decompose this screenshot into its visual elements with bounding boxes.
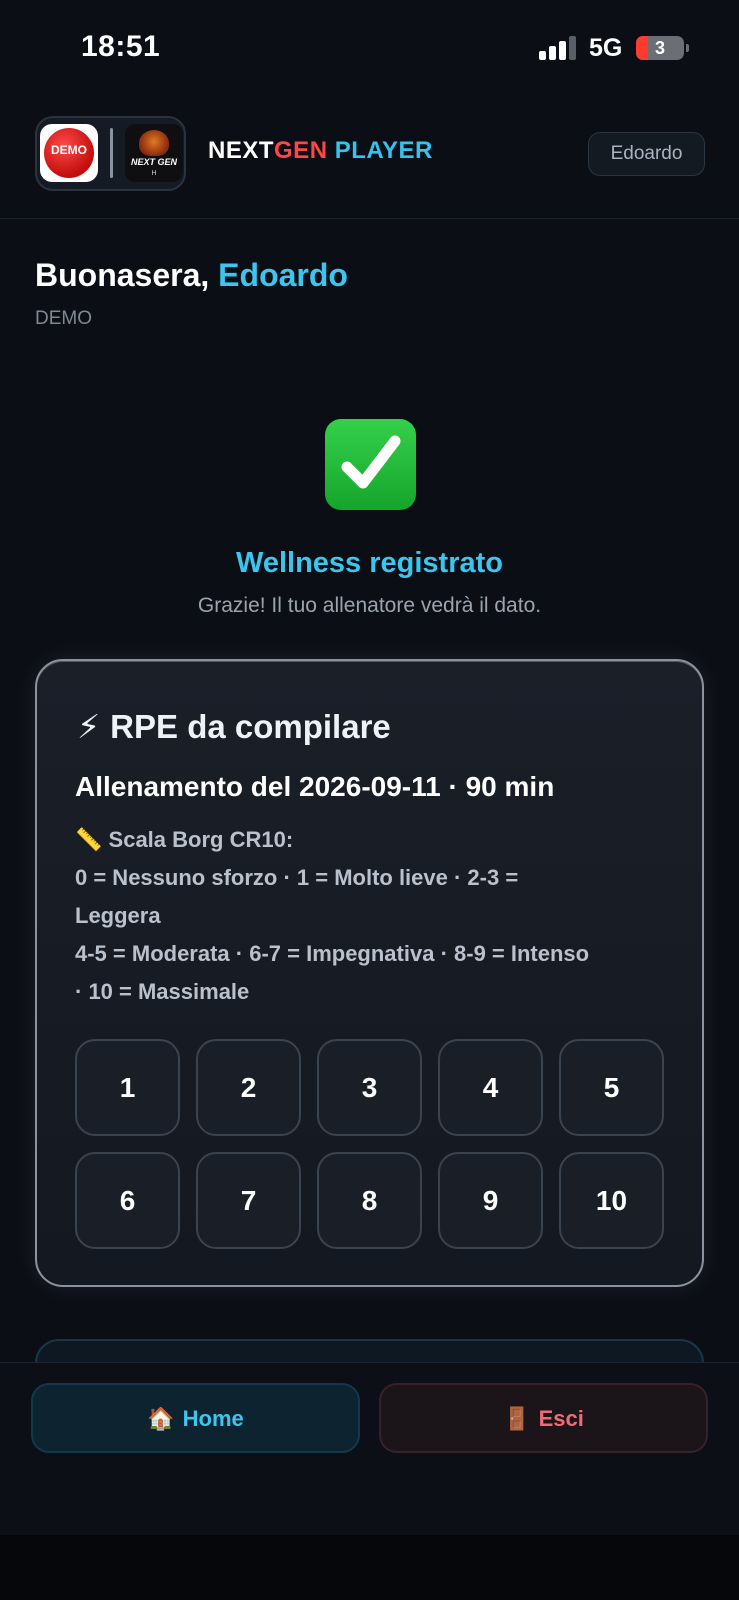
rpe-button-3[interactable]: 3 xyxy=(317,1039,422,1136)
rpe-card-title: ⚡ RPE da compilare xyxy=(77,708,391,745)
greeting: Buonasera, Edoardo xyxy=(35,257,348,294)
house-icon: 🏠 xyxy=(147,1406,175,1431)
wellness-confirmation-title: Wellness registrato xyxy=(235,547,503,579)
logo-divider xyxy=(110,128,113,178)
battery-level: 3 xyxy=(654,38,665,58)
rpe-button-2[interactable]: 2 xyxy=(196,1039,301,1136)
bottom-nav: 🏠 Home 🚪 Esci xyxy=(0,1362,739,1535)
status-bar: 18:51 5G 3 xyxy=(0,0,739,100)
door-icon: 🚪 xyxy=(503,1406,531,1431)
exit-button[interactable]: 🚪 Esci xyxy=(379,1383,708,1453)
borg-scale-legend: 📏 Scala Borg CR10: 0 = Nessuno sforzo · … xyxy=(75,821,595,1011)
rpe-card: ⚡ RPE da compilare Allenamento del 2026-0… xyxy=(35,659,704,1287)
rpe-button-grid: 1 2 3 4 5 6 7 8 9 10 xyxy=(75,1039,666,1249)
demo-team-logo: DEMO xyxy=(40,124,98,182)
home-button[interactable]: 🏠 Home xyxy=(31,1383,360,1453)
user-chip[interactable]: Edoardo xyxy=(588,132,705,176)
rpe-button-1[interactable]: 1 xyxy=(75,1039,180,1136)
team-name: DEMO xyxy=(35,308,92,329)
rpe-button-4[interactable]: 4 xyxy=(438,1039,543,1136)
nextgen-lion-logo: NEXT GEN H xyxy=(125,124,183,182)
scale-line-1: 0 = Nessuno sforzo · 1 = Molto lieve · 2… xyxy=(75,865,519,928)
scale-line-2: 4-5 = Moderata · 6-7 = Impegnativa · 8-9… xyxy=(75,941,590,1004)
wellness-confirmation-subtitle: Grazie! Il tuo allenatore vedrà il dato. xyxy=(197,594,542,617)
app-header: DEMO NEXT GEN H NEXTGEN PLAYER Edoardo xyxy=(0,100,739,219)
rpe-button-8[interactable]: 8 xyxy=(317,1152,422,1249)
rpe-button-7[interactable]: 7 xyxy=(196,1152,301,1249)
home-indicator-area xyxy=(0,1535,739,1600)
rpe-button-10[interactable]: 10 xyxy=(559,1152,664,1249)
greeting-name: Edoardo xyxy=(218,257,348,293)
ruler-icon: 📏 xyxy=(75,827,103,852)
greeting-salutation: Buonasera, xyxy=(35,257,210,293)
logo-group[interactable]: DEMO NEXT GEN H xyxy=(35,116,186,191)
battery-icon: 3 xyxy=(636,36,684,60)
network-type: 5G xyxy=(589,34,623,62)
lightning-icon: ⚡ xyxy=(77,708,101,745)
clock: 18:51 xyxy=(81,30,161,63)
rpe-button-5[interactable]: 5 xyxy=(559,1039,664,1136)
rpe-button-9[interactable]: 9 xyxy=(438,1152,543,1249)
app-brand-title: NEXTGEN PLAYER xyxy=(208,137,433,164)
rpe-button-6[interactable]: 6 xyxy=(75,1152,180,1249)
training-session-info: Allenamento del 2026-09-11 · 90 min xyxy=(75,771,555,802)
check-mark-icon xyxy=(325,419,416,510)
signal-icon xyxy=(539,36,579,60)
